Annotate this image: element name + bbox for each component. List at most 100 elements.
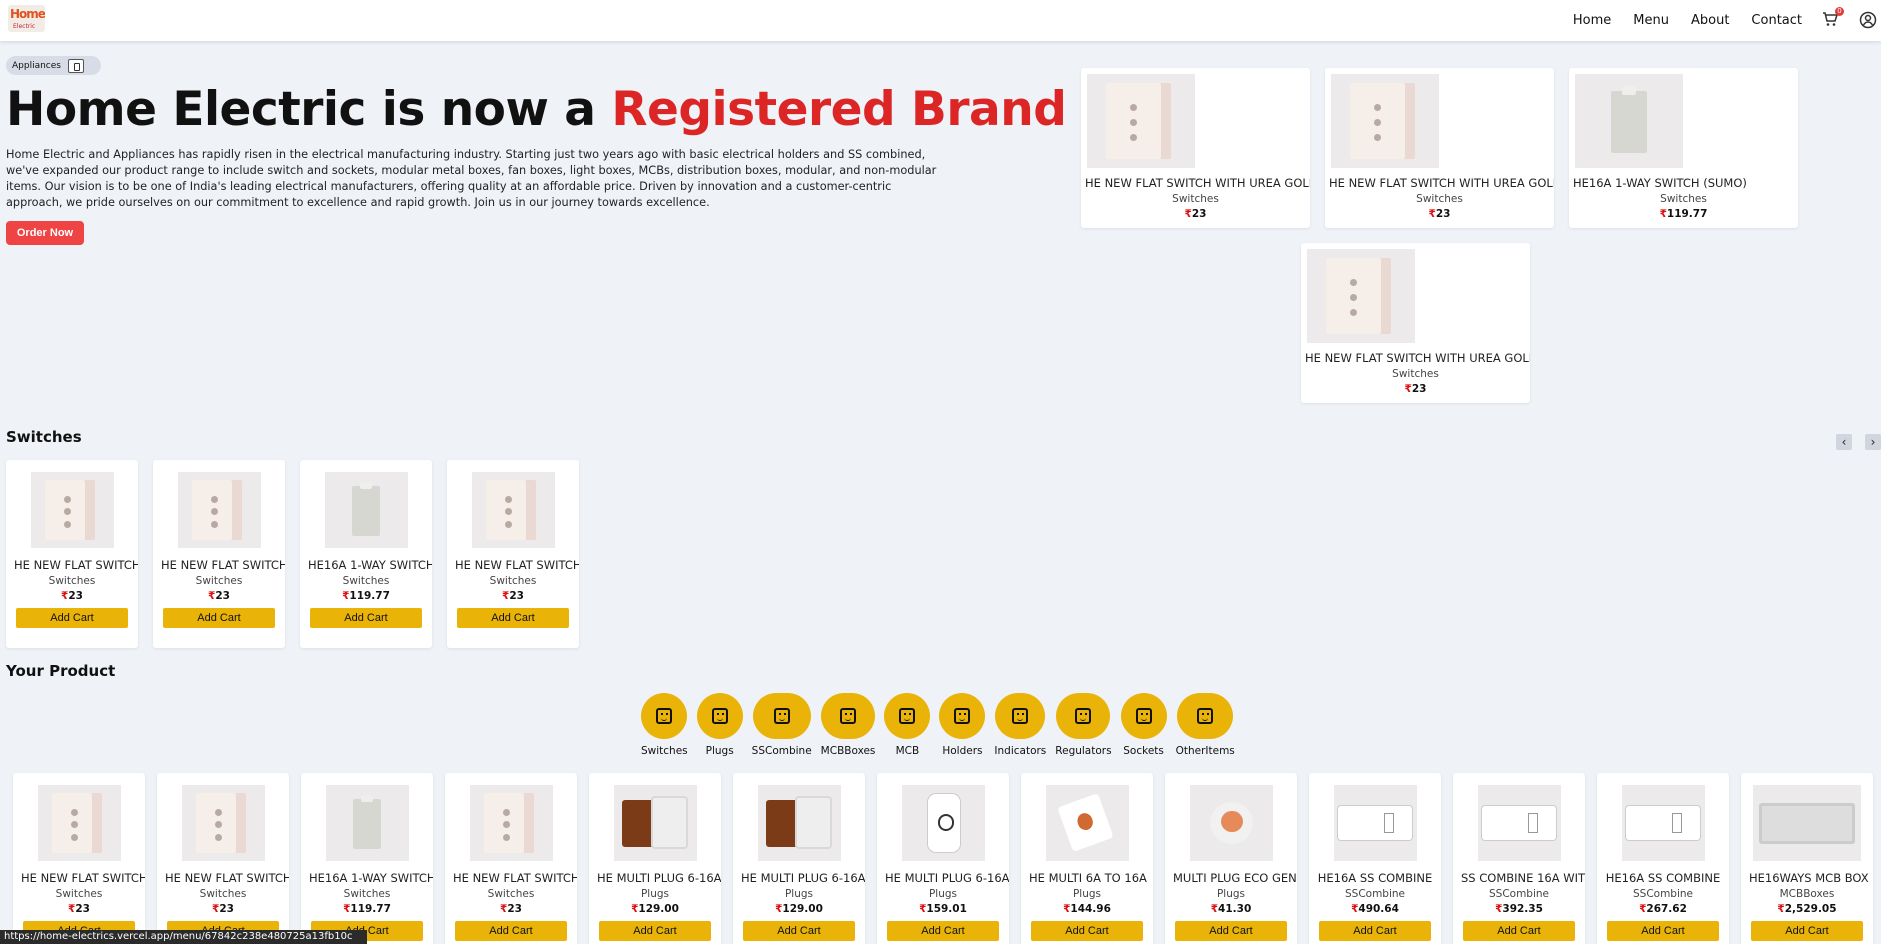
- product-price: ₹159.01: [919, 903, 967, 915]
- product-name: HE NEW FLAT SWITCH WITH UREA GOLI: [21, 871, 145, 885]
- cart-button[interactable]: 0: [1822, 7, 1844, 29]
- category-icon-button[interactable]: [1177, 693, 1234, 739]
- product-card[interactable]: HE16A 1-WAY SWITCH (SUMO) Switches ₹119.77…: [301, 773, 433, 944]
- product-image[interactable]: [37, 785, 121, 861]
- product-image[interactable]: [613, 785, 697, 861]
- product-category: Switches: [1392, 368, 1439, 380]
- carousel-prev-button[interactable]: ‹: [1836, 434, 1852, 450]
- product-image[interactable]: [325, 785, 409, 861]
- product-image[interactable]: [1307, 249, 1415, 343]
- product-card[interactable]: HE NEW FLAT SWITCH WITH UREA GOLI Switche…: [1081, 68, 1310, 228]
- category-holders[interactable]: Holders: [939, 693, 986, 757]
- add-cart-button[interactable]: Add Cart: [1031, 921, 1143, 941]
- product-image[interactable]: [1621, 785, 1705, 861]
- product-card[interactable]: HE16A SS COMBINE SSCombine ₹490.64 Add Cart: [1309, 773, 1441, 944]
- product-image[interactable]: [1333, 785, 1417, 861]
- add-cart-button[interactable]: Add Cart: [1607, 921, 1719, 941]
- category-sscombine[interactable]: SSCombine: [752, 693, 812, 757]
- product-card[interactable]: HE16A 1-WAY SWITCH (SUMO) Switches ₹119.77…: [300, 460, 432, 648]
- product-card[interactable]: HE NEW FLAT SWITCH WITH UREA GOLI Switche…: [6, 460, 138, 648]
- product-image[interactable]: [1331, 74, 1439, 168]
- product-card[interactable]: HE MULTI 6A TO 16A Plugs ₹144.96 Add Cart: [1021, 773, 1153, 944]
- product-image[interactable]: [1477, 785, 1561, 861]
- your-product-section-title: Your Product: [6, 662, 116, 680]
- product-card[interactable]: HE NEW FLAT SWITCH WITH UREA GOLI Switche…: [1325, 68, 1554, 228]
- category-icon-button[interactable]: [821, 693, 876, 739]
- category-icon-button[interactable]: [641, 693, 688, 739]
- product-card[interactable]: HE NEW FLAT SWITCH WITH UREA GOLI Switche…: [445, 773, 577, 944]
- product-image[interactable]: [469, 785, 553, 861]
- product-image[interactable]: [1045, 785, 1129, 861]
- product-name: MULTI PLUG ECO GENIUS: [1173, 871, 1297, 885]
- product-name: HE NEW FLAT SWITCH WITH UREA GOLI: [1329, 176, 1554, 190]
- add-cart-button[interactable]: Add Cart: [457, 608, 569, 628]
- category-label: MCB: [895, 745, 920, 757]
- product-price: ₹144.96: [1063, 903, 1111, 915]
- add-cart-button[interactable]: Add Cart: [163, 608, 275, 628]
- nav-link-menu[interactable]: Menu: [1633, 13, 1669, 28]
- order-now-button[interactable]: Order Now: [6, 221, 84, 245]
- product-image[interactable]: [1575, 74, 1683, 168]
- product-image[interactable]: [901, 785, 985, 861]
- category-sockets[interactable]: Sockets: [1120, 693, 1167, 757]
- product-card[interactable]: HE MULTI PLUG 6-16A Plugs ₹159.01 Add Cart: [877, 773, 1009, 944]
- category-icon-button[interactable]: [1120, 693, 1167, 739]
- product-image[interactable]: [324, 472, 408, 548]
- add-cart-button[interactable]: Add Cart: [599, 921, 711, 941]
- category-otheritems[interactable]: OtherItems: [1176, 693, 1235, 757]
- product-image[interactable]: [181, 785, 265, 861]
- add-cart-button[interactable]: Add Cart: [455, 921, 567, 941]
- category-icon-button[interactable]: [752, 693, 811, 739]
- category-plugs[interactable]: Plugs: [696, 693, 743, 757]
- add-cart-button[interactable]: Add Cart: [1319, 921, 1431, 941]
- category-icon-button[interactable]: [696, 693, 743, 739]
- product-card[interactable]: HE16A 1-WAY SWITCH (SUMO) Switches ₹119.77: [1569, 68, 1798, 228]
- product-card[interactable]: MULTI PLUG ECO GENIUS Plugs ₹41.30 Add Cart: [1165, 773, 1297, 944]
- nav-link-home[interactable]: Home: [1573, 13, 1611, 28]
- product-image[interactable]: [471, 472, 555, 548]
- add-cart-button[interactable]: Add Cart: [16, 608, 128, 628]
- category-mcbboxes[interactable]: MCBBoxes: [821, 693, 876, 757]
- carousel-next-button[interactable]: ›: [1865, 434, 1881, 450]
- product-image[interactable]: [177, 472, 261, 548]
- product-card[interactable]: SS COMBINE 16A WITH SSCombine ₹392.35 Add C…: [1453, 773, 1585, 944]
- product-card[interactable]: HE NEW FLAT SWITCH WITH UREA GOLI Switche…: [1301, 243, 1530, 403]
- product-name: HE16A 1-WAY SWITCH (SUMO): [308, 558, 432, 572]
- add-cart-button[interactable]: Add Cart: [1175, 921, 1287, 941]
- product-image[interactable]: [1087, 74, 1195, 168]
- category-icon-button[interactable]: [939, 693, 986, 739]
- category-icon-button[interactable]: [884, 693, 931, 739]
- product-card[interactable]: HE16WAYS MCB BOX MCBBoxes ₹2,529.05 Add Car…: [1741, 773, 1873, 944]
- brand-logo[interactable]: Home Electric: [8, 5, 45, 32]
- product-card[interactable]: HE NEW FLAT SWITCH WITH UREA GOLI Switche…: [153, 460, 285, 648]
- add-cart-button[interactable]: Add Cart: [887, 921, 999, 941]
- nav-link-contact[interactable]: Contact: [1751, 13, 1802, 28]
- product-category: Switches: [199, 888, 247, 900]
- product-card[interactable]: HE NEW FLAT SWITCH WITH UREA GOLI Switche…: [157, 773, 289, 944]
- category-indicators[interactable]: Indicators: [994, 693, 1046, 757]
- product-name: SS COMBINE 16A WITH: [1461, 871, 1585, 885]
- product-card[interactable]: HE MULTI PLUG 6-16A Plugs ₹129.00 Add Cart: [589, 773, 721, 944]
- nav-link-about[interactable]: About: [1691, 13, 1729, 28]
- rupee-icon: ₹: [1495, 903, 1503, 915]
- add-cart-button[interactable]: Add Cart: [1463, 921, 1575, 941]
- add-cart-button[interactable]: Add Cart: [310, 608, 422, 628]
- user-account-button[interactable]: [1859, 11, 1877, 33]
- product-image[interactable]: [757, 785, 841, 861]
- category-switches[interactable]: Switches: [641, 693, 688, 757]
- product-card[interactable]: HE NEW FLAT SWITCH WITH UREA GOLI Switche…: [447, 460, 579, 648]
- category-icon-button[interactable]: [1056, 693, 1111, 739]
- add-cart-button[interactable]: Add Cart: [1751, 921, 1863, 941]
- product-image[interactable]: [30, 472, 114, 548]
- product-price: ₹41.30: [1210, 903, 1252, 915]
- add-cart-button[interactable]: Add Cart: [743, 921, 855, 941]
- product-image[interactable]: [1189, 785, 1273, 861]
- category-mcb[interactable]: MCB: [884, 693, 931, 757]
- product-card[interactable]: HE16A SS COMBINE SSCombine ₹267.62 Add Cart: [1597, 773, 1729, 944]
- category-regulators[interactable]: Regulators: [1055, 693, 1112, 757]
- product-image[interactable]: [1753, 785, 1861, 861]
- product-card[interactable]: HE NEW FLAT SWITCH WITH UREA GOLI Switche…: [13, 773, 145, 944]
- product-card[interactable]: HE MULTI PLUG 6-16A Plugs ₹129.00 Add Cart: [733, 773, 865, 944]
- category-icon-button[interactable]: [995, 693, 1046, 739]
- appliances-chip[interactable]: Appliances: [6, 56, 101, 75]
